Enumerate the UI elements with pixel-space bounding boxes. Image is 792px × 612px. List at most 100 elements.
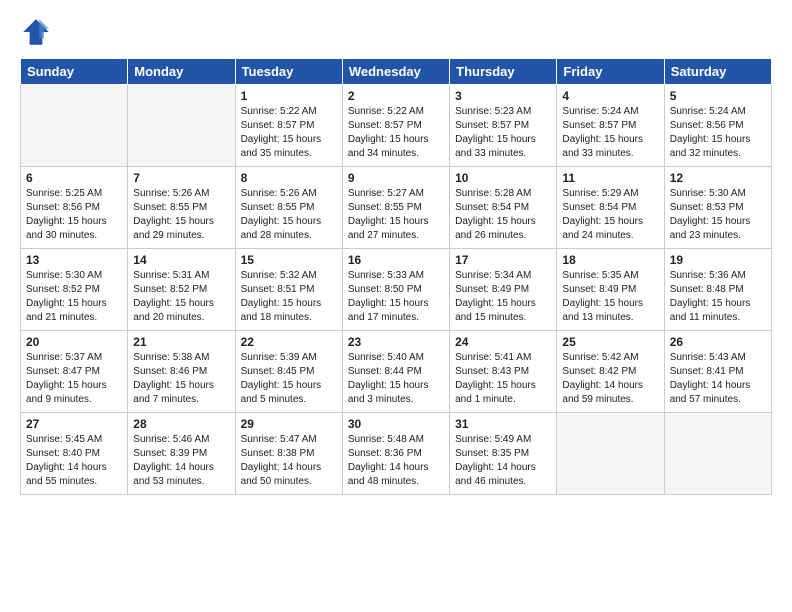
day-number: 28 <box>133 417 229 431</box>
calendar-cell: 4 Sunrise: 5:24 AMSunset: 8:57 PMDaylight… <box>557 85 664 167</box>
cell-info: Sunrise: 5:30 AMSunset: 8:52 PMDaylight:… <box>26 269 122 325</box>
header <box>20 16 772 48</box>
day-number: 2 <box>348 89 444 103</box>
day-number: 10 <box>455 171 551 185</box>
day-number: 8 <box>241 171 337 185</box>
calendar-cell: 16 Sunrise: 5:33 AMSunset: 8:50 PMDayligh… <box>342 249 449 331</box>
day-number: 16 <box>348 253 444 267</box>
cell-info: Sunrise: 5:37 AMSunset: 8:47 PMDaylight:… <box>26 351 122 407</box>
week-row-1: 1 Sunrise: 5:22 AMSunset: 8:57 PMDaylight… <box>21 85 772 167</box>
calendar-cell: 13 Sunrise: 5:30 AMSunset: 8:52 PMDayligh… <box>21 249 128 331</box>
calendar-cell: 17 Sunrise: 5:34 AMSunset: 8:49 PMDayligh… <box>450 249 557 331</box>
calendar-cell: 10 Sunrise: 5:28 AMSunset: 8:54 PMDayligh… <box>450 167 557 249</box>
day-number: 29 <box>241 417 337 431</box>
calendar-cell: 14Sunrise: 5:31 AMSunset: 8:52 PMDayligh… <box>128 249 235 331</box>
day-number: 7 <box>133 171 229 185</box>
calendar-cell: 1 Sunrise: 5:22 AMSunset: 8:57 PMDaylight… <box>235 85 342 167</box>
cell-info: Sunrise: 5:48 AMSunset: 8:36 PMDaylight:… <box>348 433 444 489</box>
week-row-4: 20 Sunrise: 5:37 AMSunset: 8:47 PMDayligh… <box>21 331 772 413</box>
calendar-body: 1 Sunrise: 5:22 AMSunset: 8:57 PMDaylight… <box>21 85 772 495</box>
cell-info: Sunrise: 5:39 AMSunset: 8:45 PMDaylight:… <box>241 351 337 407</box>
day-number: 9 <box>348 171 444 185</box>
week-row-3: 13 Sunrise: 5:30 AMSunset: 8:52 PMDayligh… <box>21 249 772 331</box>
cell-info: Sunrise: 5:40 AMSunset: 8:44 PMDaylight:… <box>348 351 444 407</box>
calendar-cell <box>128 85 235 167</box>
cell-info: Sunrise: 5:36 AMSunset: 8:48 PMDaylight:… <box>670 269 766 325</box>
calendar-header: SundayMondayTuesdayWednesdayThursdayFrid… <box>21 59 772 85</box>
weekday-header-thursday: Thursday <box>450 59 557 85</box>
calendar-cell <box>664 413 771 495</box>
cell-info: Sunrise: 5:29 AMSunset: 8:54 PMDaylight:… <box>562 187 658 243</box>
calendar-cell: 26Sunrise: 5:43 AMSunset: 8:41 PMDayligh… <box>664 331 771 413</box>
day-number: 3 <box>455 89 551 103</box>
calendar-table: SundayMondayTuesdayWednesdayThursdayFrid… <box>20 58 772 495</box>
cell-info: Sunrise: 5:27 AMSunset: 8:55 PMDaylight:… <box>348 187 444 243</box>
cell-info: Sunrise: 5:23 AMSunset: 8:57 PMDaylight:… <box>455 105 551 161</box>
day-number: 6 <box>26 171 122 185</box>
cell-info: Sunrise: 5:31 AMSunset: 8:52 PMDaylight:… <box>133 269 229 325</box>
weekday-header-monday: Monday <box>128 59 235 85</box>
calendar-cell: 8 Sunrise: 5:26 AMSunset: 8:55 PMDaylight… <box>235 167 342 249</box>
day-number: 19 <box>670 253 766 267</box>
calendar-cell: 3 Sunrise: 5:23 AMSunset: 8:57 PMDaylight… <box>450 85 557 167</box>
day-number: 25 <box>562 335 658 349</box>
day-number: 4 <box>562 89 658 103</box>
cell-info: Sunrise: 5:34 AMSunset: 8:49 PMDaylight:… <box>455 269 551 325</box>
cell-info: Sunrise: 5:26 AMSunset: 8:55 PMDaylight:… <box>241 187 337 243</box>
calendar-cell: 7 Sunrise: 5:26 AMSunset: 8:55 PMDaylight… <box>128 167 235 249</box>
cell-info: Sunrise: 5:49 AMSunset: 8:35 PMDaylight:… <box>455 433 551 489</box>
calendar-cell: 29 Sunrise: 5:47 AMSunset: 8:38 PMDayligh… <box>235 413 342 495</box>
weekday-header-friday: Friday <box>557 59 664 85</box>
cell-info: Sunrise: 5:24 AMSunset: 8:56 PMDaylight:… <box>670 105 766 161</box>
day-number: 23 <box>348 335 444 349</box>
calendar-cell <box>21 85 128 167</box>
day-number: 22 <box>241 335 337 349</box>
weekday-header-saturday: Saturday <box>664 59 771 85</box>
calendar-cell: 12 Sunrise: 5:30 AMSunset: 8:53 PMDayligh… <box>664 167 771 249</box>
cell-info: Sunrise: 5:30 AMSunset: 8:53 PMDaylight:… <box>670 187 766 243</box>
day-number: 17 <box>455 253 551 267</box>
cell-info: Sunrise: 5:46 AMSunset: 8:39 PMDaylight:… <box>133 433 229 489</box>
day-number: 31 <box>455 417 551 431</box>
cell-info: Sunrise: 5:22 AMSunset: 8:57 PMDaylight:… <box>241 105 337 161</box>
day-number: 30 <box>348 417 444 431</box>
day-number: 1 <box>241 89 337 103</box>
calendar-cell: 22 Sunrise: 5:39 AMSunset: 8:45 PMDayligh… <box>235 331 342 413</box>
day-number: 27 <box>26 417 122 431</box>
calendar-cell: 20 Sunrise: 5:37 AMSunset: 8:47 PMDayligh… <box>21 331 128 413</box>
day-number: 11 <box>562 171 658 185</box>
cell-info: Sunrise: 5:22 AMSunset: 8:57 PMDaylight:… <box>348 105 444 161</box>
cell-info: Sunrise: 5:26 AMSunset: 8:55 PMDaylight:… <box>133 187 229 243</box>
week-row-2: 6Sunrise: 5:25 AMSunset: 8:56 PMDaylight… <box>21 167 772 249</box>
calendar-cell: 11 Sunrise: 5:29 AMSunset: 8:54 PMDayligh… <box>557 167 664 249</box>
cell-info: Sunrise: 5:28 AMSunset: 8:54 PMDaylight:… <box>455 187 551 243</box>
cell-info: Sunrise: 5:35 AMSunset: 8:49 PMDaylight:… <box>562 269 658 325</box>
calendar-cell: 24 Sunrise: 5:41 AMSunset: 8:43 PMDayligh… <box>450 331 557 413</box>
calendar-cell: 2 Sunrise: 5:22 AMSunset: 8:57 PMDaylight… <box>342 85 449 167</box>
day-number: 5 <box>670 89 766 103</box>
cell-info: Sunrise: 5:47 AMSunset: 8:38 PMDaylight:… <box>241 433 337 489</box>
cell-info: Sunrise: 5:32 AMSunset: 8:51 PMDaylight:… <box>241 269 337 325</box>
logo-icon <box>20 16 52 48</box>
calendar-cell: 21Sunrise: 5:38 AMSunset: 8:46 PMDayligh… <box>128 331 235 413</box>
calendar-cell: 18Sunrise: 5:35 AMSunset: 8:49 PMDayligh… <box>557 249 664 331</box>
day-number: 13 <box>26 253 122 267</box>
cell-info: Sunrise: 5:45 AMSunset: 8:40 PMDaylight:… <box>26 433 122 489</box>
calendar-cell: 28 Sunrise: 5:46 AMSunset: 8:39 PMDayligh… <box>128 413 235 495</box>
calendar-cell: 5 Sunrise: 5:24 AMSunset: 8:56 PMDaylight… <box>664 85 771 167</box>
calendar-cell: 19 Sunrise: 5:36 AMSunset: 8:48 PMDayligh… <box>664 249 771 331</box>
day-number: 12 <box>670 171 766 185</box>
calendar-cell: 9 Sunrise: 5:27 AMSunset: 8:55 PMDaylight… <box>342 167 449 249</box>
cell-info: Sunrise: 5:33 AMSunset: 8:50 PMDaylight:… <box>348 269 444 325</box>
day-number: 24 <box>455 335 551 349</box>
cell-info: Sunrise: 5:24 AMSunset: 8:57 PMDaylight:… <box>562 105 658 161</box>
weekday-header-tuesday: Tuesday <box>235 59 342 85</box>
cell-info: Sunrise: 5:43 AMSunset: 8:41 PMDaylight:… <box>670 351 766 407</box>
logo <box>20 16 56 48</box>
calendar-cell: 27 Sunrise: 5:45 AMSunset: 8:40 PMDayligh… <box>21 413 128 495</box>
cell-info: Sunrise: 5:41 AMSunset: 8:43 PMDaylight:… <box>455 351 551 407</box>
calendar-cell: 6Sunrise: 5:25 AMSunset: 8:56 PMDaylight… <box>21 167 128 249</box>
calendar-cell: 30 Sunrise: 5:48 AMSunset: 8:36 PMDayligh… <box>342 413 449 495</box>
calendar-cell: 31 Sunrise: 5:49 AMSunset: 8:35 PMDayligh… <box>450 413 557 495</box>
day-number: 20 <box>26 335 122 349</box>
